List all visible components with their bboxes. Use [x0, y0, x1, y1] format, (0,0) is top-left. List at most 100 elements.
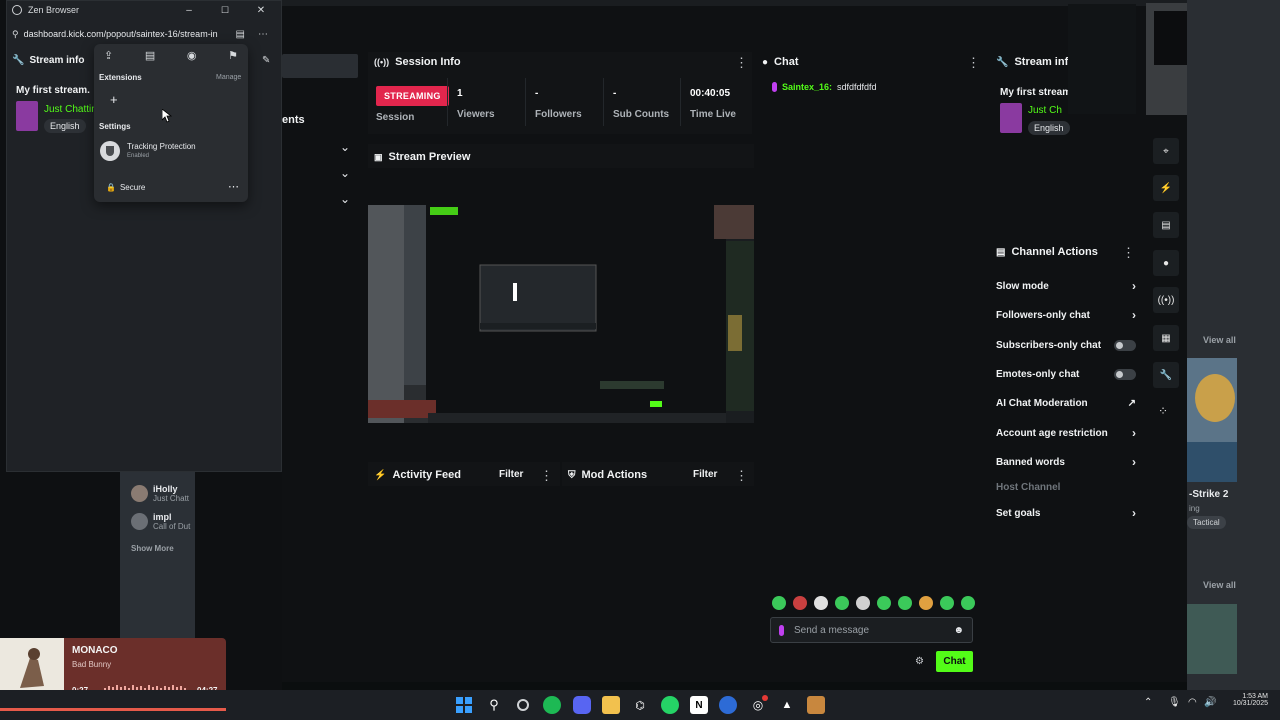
chat-input[interactable]: Send a message ☻ — [770, 617, 973, 643]
view-all-link[interactable]: View all — [1203, 580, 1236, 590]
session-menu-icon[interactable]: ⋮ — [735, 56, 748, 69]
chevron-down-icon[interactable]: ⌄ — [340, 140, 350, 154]
stream-preview-video[interactable] — [368, 205, 754, 423]
clock[interactable]: 1:53 AM 10/31/2025 — [1220, 693, 1268, 707]
search-icon[interactable]: ⚲ — [485, 696, 503, 714]
close-icon[interactable]: ✕ — [246, 5, 276, 16]
search-bar-partial[interactable] — [282, 54, 358, 78]
mic-icon[interactable]: 🎙 — [1168, 697, 1181, 708]
category-thumbnail[interactable] — [1000, 103, 1022, 133]
rail-wrench-icon[interactable]: 🔧 — [1153, 362, 1179, 388]
category-thumbnail[interactable] — [16, 101, 38, 131]
emote-icon[interactable] — [793, 596, 807, 610]
subscribers-only-toggle[interactable] — [1114, 339, 1136, 351]
chevron-up-icon[interactable]: ⌃ — [1144, 697, 1152, 708]
emote-icon[interactable] — [961, 596, 975, 610]
reader-view-icon[interactable]: ▤ — [145, 49, 155, 62]
show-more-link[interactable]: Show More — [131, 544, 174, 553]
activity-feed-header: ⚡ Activity Feed — [374, 469, 461, 481]
whatsapp-icon[interactable] — [661, 696, 679, 714]
mod-filter-button[interactable]: Filter — [693, 469, 717, 480]
discord-icon[interactable] — [573, 696, 591, 714]
emotes-only-toggle[interactable] — [1114, 368, 1136, 380]
emoji-icon[interactable]: ☻ — [953, 625, 964, 636]
windows-start-icon[interactable] — [455, 696, 473, 714]
tracking-protection-title[interactable]: Tracking Protection — [127, 142, 196, 151]
channel-actions-menu-icon[interactable]: ⋮ — [1122, 246, 1135, 259]
chat-username[interactable]: Saintex_16: — [782, 82, 832, 92]
emote-icon[interactable] — [940, 596, 954, 610]
emote-icon[interactable] — [919, 596, 933, 610]
chevron-down-icon[interactable]: ⌄ — [340, 192, 350, 206]
emote-icon[interactable] — [877, 596, 891, 610]
emote-icon[interactable] — [772, 596, 786, 610]
mod-menu-icon[interactable]: ⋮ — [735, 469, 748, 482]
site-info-icon[interactable]: ⚲ — [12, 29, 19, 40]
bookmark-icon[interactable]: ⚑ — [228, 49, 238, 62]
banned-words-label: Banned words — [996, 456, 1065, 468]
browser-titlebar[interactable]: Zen Browser – ☐ ✕ — [6, 0, 282, 20]
chat-menu-icon[interactable]: ⋮ — [967, 56, 980, 69]
partial-heading: ents — [282, 114, 305, 126]
game-title[interactable]: -Strike 2 — [1189, 489, 1228, 500]
send-chat-button[interactable]: Chat — [936, 651, 973, 672]
list-item[interactable]: iHolly Just Chatt — [131, 482, 191, 504]
add-extension-icon[interactable]: + — [110, 92, 118, 107]
game-cover[interactable] — [1187, 358, 1237, 482]
game-controller-icon[interactable]: ⌬ — [631, 696, 649, 714]
track-artist: Bad Bunny — [72, 660, 112, 669]
divider — [603, 78, 604, 126]
set-goals-row[interactable]: Set goals › — [996, 505, 1136, 521]
banned-words-row[interactable]: Banned words › — [996, 454, 1136, 470]
notion-icon[interactable]: N — [690, 696, 708, 714]
volume-icon[interactable]: 🔊 — [1204, 697, 1216, 708]
gear-icon[interactable]: ⚙ — [915, 656, 924, 667]
url-text[interactable]: dashboard.kick.com/popout/saintex-16/str… — [24, 29, 231, 39]
share-icon[interactable]: ⇪ — [104, 49, 113, 62]
rail-layout-icon[interactable]: ▦ — [1153, 325, 1179, 351]
emote-icon[interactable] — [835, 596, 849, 610]
channel-name: impl — [153, 511, 172, 522]
language-tag: English — [44, 119, 86, 133]
rail-lightning-icon[interactable]: ⚡ — [1153, 175, 1179, 201]
emote-icon[interactable] — [856, 596, 870, 610]
panel-toolbar: ⇪ ▤ ◉ ⚑ — [104, 49, 238, 62]
rail-chat-icon[interactable]: ● — [1153, 250, 1179, 276]
list-item[interactable]: impl Call of Dut — [131, 510, 195, 532]
more-options-icon[interactable]: ⋯ — [228, 180, 239, 193]
spotify-icon[interactable] — [543, 696, 561, 714]
activity-filter-button[interactable]: Filter — [499, 469, 523, 480]
steam-icon[interactable] — [719, 696, 737, 714]
emote-icon[interactable] — [814, 596, 828, 610]
ai-moderation-row[interactable]: AI Chat Moderation ↗ — [996, 395, 1136, 411]
reader-icon[interactable]: ▤ — [236, 29, 245, 40]
emote-icon[interactable] — [898, 596, 912, 610]
rail-document-icon[interactable]: ▤ — [1153, 212, 1179, 238]
rail-broadcast-icon[interactable]: ((•)) — [1153, 287, 1179, 313]
category-link[interactable]: Just Ch — [1028, 105, 1062, 116]
secure-indicator[interactable]: 🔒 Secure — [106, 183, 145, 192]
rail-camera-icon[interactable]: ⌖ — [1153, 138, 1179, 164]
manage-link[interactable]: Manage — [216, 74, 241, 81]
minimize-icon[interactable]: – — [174, 5, 204, 16]
category-link[interactable]: Just Chattin — [44, 104, 97, 115]
game-cover[interactable] — [1187, 604, 1237, 674]
chevron-down-icon[interactable]: ⌄ — [340, 166, 350, 180]
minecraft-icon[interactable] — [807, 696, 825, 714]
zen-browser-taskbar-icon[interactable] — [514, 696, 532, 714]
slow-mode-row[interactable]: Slow mode › — [996, 278, 1136, 294]
maximize-icon[interactable]: ☐ — [210, 5, 240, 16]
more-icon[interactable]: ⋯ — [258, 29, 268, 40]
followers-only-row[interactable]: Followers-only chat › — [996, 307, 1136, 323]
tracking-protection-icon[interactable] — [100, 141, 120, 161]
view-all-link[interactable]: View all — [1203, 335, 1236, 345]
rail-dots-icon[interactable]: ⁘ — [1158, 404, 1168, 418]
url-bar[interactable]: ⚲ dashboard.kick.com/popout/saintex-16/s… — [8, 25, 272, 43]
account-age-row[interactable]: Account age restriction › — [996, 425, 1136, 441]
file-explorer-icon[interactable] — [602, 696, 620, 714]
edit-icon[interactable]: ✎ — [262, 55, 270, 66]
wifi-icon[interactable]: ◠ — [1188, 697, 1197, 708]
terminal-icon[interactable]: ▲ — [778, 696, 796, 714]
screenshot-icon[interactable]: ◉ — [187, 49, 197, 62]
activity-menu-icon[interactable]: ⋮ — [540, 469, 553, 482]
